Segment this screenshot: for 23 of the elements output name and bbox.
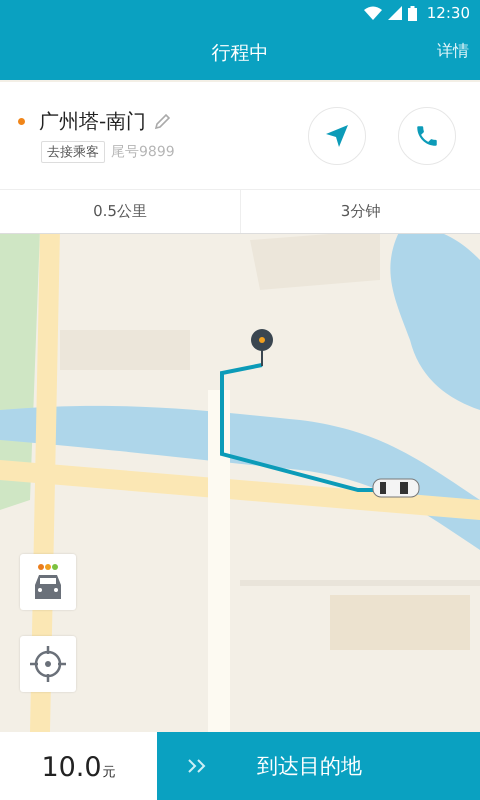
duration-text: 3分钟 <box>240 190 480 233</box>
details-link[interactable]: 详情 <box>437 41 469 62</box>
status-tag: 去接乘客 <box>41 141 105 163</box>
wifi-icon <box>364 6 382 20</box>
pencil-icon[interactable] <box>154 113 172 130</box>
currency-unit: 元 <box>102 764 116 781</box>
status-dot-icon <box>18 118 25 125</box>
crosshair-icon <box>28 644 68 684</box>
double-chevron-icon <box>187 758 207 774</box>
car-icon <box>372 476 420 500</box>
status-time: 12:30 <box>426 4 470 22</box>
car-status-button[interactable] <box>20 554 76 610</box>
navigation-arrow-icon <box>325 124 349 148</box>
distance-text: 0.5公里 <box>92 201 148 222</box>
location-pin-icon <box>250 328 274 366</box>
fare-amount: 10.0 <box>41 752 102 783</box>
signal-icon <box>388 6 402 20</box>
arrive-button[interactable]: 到达目的地 <box>157 732 480 800</box>
battery-icon <box>408 6 417 20</box>
passenger-number: 尾号9899 <box>111 143 175 161</box>
destination-name: 广州塔-南门 <box>39 108 146 135</box>
page-title: 行程中 <box>212 41 268 66</box>
locate-button[interactable] <box>20 636 76 692</box>
